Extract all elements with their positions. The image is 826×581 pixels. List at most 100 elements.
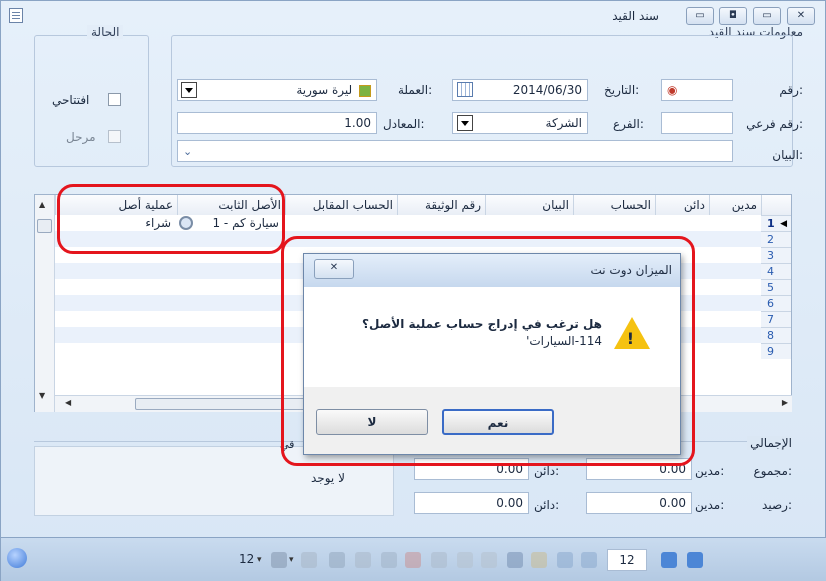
sum-debit-field: 0.00 — [586, 458, 692, 480]
rate-value: 1.00 — [344, 116, 371, 130]
none-text: لا يوجد — [311, 471, 345, 485]
link-icon[interactable] — [355, 552, 371, 568]
attach-icon[interactable] — [301, 552, 317, 568]
col-fixed-asset[interactable]: الأصل الثابت — [177, 195, 285, 215]
col-account[interactable]: الحساب — [573, 195, 655, 215]
row-number-1: 1 — [767, 217, 775, 230]
bal-credit-field: 0.00 — [414, 492, 529, 514]
no-button[interactable]: لا — [316, 409, 428, 435]
rate-field[interactable]: 1.00 — [177, 112, 377, 134]
dialog-message-line2: 114-السيارات' — [526, 334, 602, 348]
currency-label: العملة: — [398, 83, 433, 97]
dialog-body: ! هل ترغب في إدراج حساب عملية الأصل؟ 114… — [304, 287, 680, 387]
statement-label: البيان: — [772, 148, 803, 162]
currency-dropdown-arrow[interactable] — [181, 82, 197, 98]
refresh-icon[interactable] — [381, 552, 397, 568]
col-debit[interactable]: مدين — [709, 195, 761, 215]
vertical-scrollbar[interactable]: ▲ ▼ — [35, 195, 55, 412]
minimize-button[interactable]: ▭ — [753, 7, 781, 25]
row1-asset[interactable]: 1 - سيارة كم — [177, 215, 285, 231]
posted-checkbox[interactable] — [108, 130, 121, 143]
calendar-icon[interactable] — [457, 82, 473, 97]
bottom-toolbar: 12 ▾ ▾ 12 — [1, 537, 826, 581]
row1-asset-value: 1 - سيارة كم — [212, 216, 279, 230]
sum-credit-field: 0.00 — [414, 458, 529, 480]
star-icon[interactable] — [531, 552, 547, 568]
bal-credit-label: دائن: — [534, 498, 560, 512]
paste-icon[interactable] — [481, 552, 497, 568]
row-number[interactable]: 9 — [761, 343, 791, 359]
notes-panel: لا يوجد — [34, 446, 394, 516]
last-record-icon[interactable] — [687, 552, 703, 568]
scroll-left-icon[interactable]: ◀ — [65, 398, 71, 407]
maximize-icon: ◘ — [729, 10, 737, 21]
row-number[interactable]: 1 ◀ — [761, 215, 791, 231]
scroll-thumb[interactable] — [37, 219, 52, 233]
rate-label: المعادل: — [383, 117, 425, 131]
current-row-icon: ◀ — [780, 219, 787, 229]
scroll-up-icon[interactable]: ▲ — [39, 200, 45, 209]
col-row-number — [761, 195, 791, 215]
row1-operation: شراء — [145, 216, 171, 230]
totals-label: الإجمالي — [747, 436, 792, 450]
col-credit[interactable]: دائن — [655, 195, 709, 215]
col-document-number[interactable]: رقم الوثيقة — [397, 195, 485, 215]
row-number[interactable]: 2 — [761, 231, 791, 247]
table-row[interactable] — [55, 231, 761, 247]
delete-icon[interactable] — [405, 552, 421, 568]
confirm-dialog: الميزان دوت نت ✕ ! هل ترغب في إدراج حساب… — [303, 253, 681, 455]
tag-dropdown-icon[interactable]: ▾ — [289, 555, 294, 565]
scroll-right-icon[interactable]: ▶ — [782, 398, 788, 407]
row-number[interactable]: 5 — [761, 279, 791, 295]
yes-button[interactable]: نعم — [442, 409, 554, 435]
row-number[interactable]: 8 — [761, 327, 791, 343]
date-value: 2014/06/30 — [512, 83, 582, 97]
dialog-message-line1: هل ترغب في إدراج حساب عملية الأصل؟ — [362, 317, 602, 331]
restore-button[interactable]: ▭ — [686, 7, 714, 25]
sub-number-field[interactable] — [661, 112, 733, 134]
col-counter-account[interactable]: الحساب المقابل — [285, 195, 397, 215]
statement-field[interactable]: ⌄ — [177, 140, 733, 162]
number-label: رقم: — [779, 83, 803, 97]
sum-debit-label: مدين: — [695, 464, 725, 478]
row-number[interactable]: 6 — [761, 295, 791, 311]
branch-dropdown-arrow[interactable] — [457, 115, 473, 131]
scroll-down-icon[interactable]: ▼ — [39, 391, 45, 400]
posted-label: مرحل — [66, 130, 96, 144]
close-button[interactable]: ✕ — [787, 7, 815, 25]
dialog-close-button[interactable]: ✕ — [314, 259, 354, 279]
dialog-title: الميزان دوت نت — [590, 263, 672, 277]
journal-voucher-window: ▭ ◘ ✕ ▭ سند القيد معلومات سند القيد رقم:… — [0, 0, 826, 581]
opening-label: افتتاحي — [52, 93, 90, 107]
col-statement[interactable]: البيان — [485, 195, 573, 215]
next-record-icon[interactable] — [661, 552, 677, 568]
chevron-down-icon[interactable]: ⌄ — [183, 145, 192, 158]
status-label: الحالة — [87, 25, 124, 39]
minimize-icon: ▭ — [762, 10, 772, 21]
refresh-icon: ◉ — [667, 83, 678, 97]
tag-icon[interactable] — [271, 552, 287, 568]
sum-label: مجموع: — [753, 464, 792, 478]
copy-icon[interactable] — [457, 552, 473, 568]
number-field[interactable]: ◉ — [661, 79, 733, 101]
bal-debit-label: مدين: — [695, 498, 725, 512]
col-asset-operation[interactable]: عملية أصل — [55, 195, 177, 215]
prev-record-icon[interactable] — [581, 552, 597, 568]
sort-icon[interactable] — [329, 552, 345, 568]
search-icon[interactable] — [431, 552, 447, 568]
maximize-button[interactable]: ◘ — [719, 7, 747, 25]
lookup-search-icon[interactable] — [179, 216, 193, 230]
date-label: التاريخ: — [604, 83, 640, 97]
info-icon[interactable] — [7, 548, 27, 568]
dialog-title-bar: الميزان دوت نت ✕ — [304, 254, 680, 287]
row-number[interactable]: 3 — [761, 247, 791, 263]
first-record-icon[interactable] — [557, 552, 573, 568]
row-number[interactable]: 7 — [761, 311, 791, 327]
opening-checkbox[interactable] — [108, 93, 121, 106]
record-position-field[interactable]: 12 — [607, 549, 647, 571]
currency-select[interactable]: ليرة سورية — [177, 79, 377, 101]
table-row[interactable]: شراء 1 - سيارة كم — [55, 215, 761, 231]
row-number[interactable]: 4 — [761, 263, 791, 279]
save-icon[interactable] — [507, 552, 523, 568]
count-dropdown-icon[interactable]: ▾ — [257, 555, 262, 565]
